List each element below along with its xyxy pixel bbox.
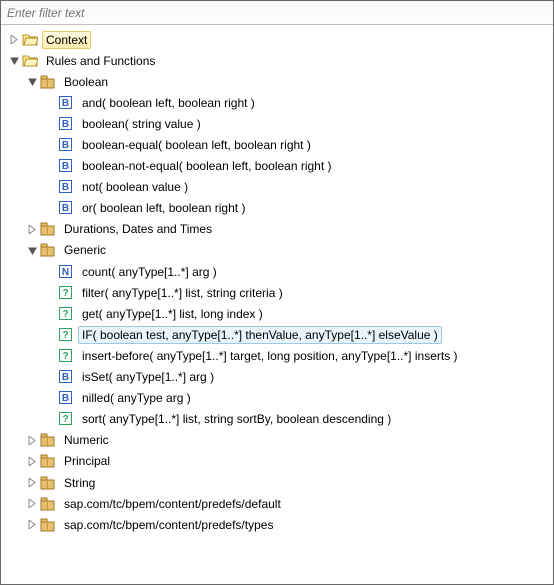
tree-item-principal[interactable]: Principal xyxy=(3,451,551,472)
number-function-icon xyxy=(58,264,74,280)
tree-label: count( anyType[1..*] arg ) xyxy=(78,263,221,281)
collapse-icon[interactable] xyxy=(7,54,21,68)
tree-item-function[interactable]: boolean-equal( boolean left, boolean rig… xyxy=(3,134,551,155)
tree-item-function[interactable]: count( anyType[1..*] arg ) xyxy=(3,261,551,282)
tree-item-function[interactable]: nilled( anyType arg ) xyxy=(3,388,551,409)
tree-label: insert-before( anyType[1..*] target, lon… xyxy=(78,347,462,365)
tree-item-function[interactable]: not( boolean value ) xyxy=(3,177,551,198)
generic-function-icon xyxy=(58,285,74,301)
generic-function-icon xyxy=(58,306,74,322)
tree-label: Generic xyxy=(60,241,110,259)
tree-item-function[interactable]: or( boolean left, boolean right ) xyxy=(3,198,551,219)
tree-label: sort( anyType[1..*] list, string sortBy,… xyxy=(78,410,395,428)
generic-function-icon xyxy=(58,327,74,343)
tree-label: Boolean xyxy=(60,73,112,91)
tree-item-generic[interactable]: Generic xyxy=(3,240,551,261)
tree-item-rules[interactable]: Rules and Functions xyxy=(3,50,551,71)
collapse-icon[interactable] xyxy=(25,243,39,257)
function-picker-panel: Context Rules and Functions Boolean and(… xyxy=(0,0,554,585)
tree-item-context[interactable]: Context xyxy=(3,29,551,50)
expand-icon[interactable] xyxy=(25,497,39,511)
tree-item-string[interactable]: String xyxy=(3,472,551,493)
boolean-function-icon xyxy=(58,137,74,153)
tree-label: IF( boolean test, anyType[1..*] thenValu… xyxy=(78,326,442,344)
package-icon xyxy=(40,496,56,512)
package-icon xyxy=(40,517,56,533)
boolean-function-icon xyxy=(58,369,74,385)
boolean-function-icon xyxy=(58,179,74,195)
folder-open-icon xyxy=(22,53,38,69)
collapse-icon[interactable] xyxy=(25,75,39,89)
tree-item-predefs-default[interactable]: sap.com/tc/bpem/content/predefs/default xyxy=(3,493,551,514)
package-icon xyxy=(40,242,56,258)
tree-item-predefs-types[interactable]: sap.com/tc/bpem/content/predefs/types xyxy=(3,514,551,535)
function-tree: Context Rules and Functions Boolean and(… xyxy=(1,25,553,537)
package-icon xyxy=(40,74,56,90)
tree-label: Durations, Dates and Times xyxy=(60,220,216,238)
tree-item-numeric[interactable]: Numeric xyxy=(3,430,551,451)
tree-item-function[interactable]: boolean-not-equal( boolean left, boolean… xyxy=(3,156,551,177)
generic-function-icon xyxy=(58,411,74,427)
tree-item-function[interactable]: get( anyType[1..*] list, long index ) xyxy=(3,303,551,324)
expand-icon[interactable] xyxy=(25,518,39,532)
expand-icon[interactable] xyxy=(25,454,39,468)
tree-label: filter( anyType[1..*] list, string crite… xyxy=(78,284,287,302)
tree-item-function[interactable]: insert-before( anyType[1..*] target, lon… xyxy=(3,345,551,366)
tree-label: Numeric xyxy=(60,431,113,449)
package-icon xyxy=(40,475,56,491)
filter-input[interactable] xyxy=(1,1,553,25)
tree-label: isSet( anyType[1..*] arg ) xyxy=(78,368,218,386)
folder-open-icon xyxy=(22,32,38,48)
tree-label: boolean( string value ) xyxy=(78,115,205,133)
tree-item-function[interactable]: boolean( string value ) xyxy=(3,113,551,134)
tree-label: Principal xyxy=(60,452,114,470)
tree-item-function[interactable]: and( boolean left, boolean right ) xyxy=(3,92,551,113)
boolean-function-icon xyxy=(58,158,74,174)
boolean-function-icon xyxy=(58,116,74,132)
boolean-function-icon xyxy=(58,95,74,111)
package-icon xyxy=(40,221,56,237)
tree-label: String xyxy=(60,474,99,492)
expand-icon[interactable] xyxy=(25,222,39,236)
generic-function-icon xyxy=(58,348,74,364)
tree-item-function[interactable]: filter( anyType[1..*] list, string crite… xyxy=(3,282,551,303)
tree-label: and( boolean left, boolean right ) xyxy=(78,94,259,112)
boolean-function-icon xyxy=(58,390,74,406)
tree-label: sap.com/tc/bpem/content/predefs/types xyxy=(60,516,277,534)
tree-item-function[interactable]: isSet( anyType[1..*] arg ) xyxy=(3,367,551,388)
tree-label: boolean-not-equal( boolean left, boolean… xyxy=(78,157,336,175)
expand-icon[interactable] xyxy=(25,433,39,447)
tree-label: not( boolean value ) xyxy=(78,178,192,196)
tree-label: sap.com/tc/bpem/content/predefs/default xyxy=(60,495,285,513)
tree-item-durations[interactable]: Durations, Dates and Times xyxy=(3,219,551,240)
package-icon xyxy=(40,453,56,469)
tree-label: nilled( anyType arg ) xyxy=(78,389,195,407)
tree-item-function-if[interactable]: IF( boolean test, anyType[1..*] thenValu… xyxy=(3,324,551,345)
tree-item-function[interactable]: sort( anyType[1..*] list, string sortBy,… xyxy=(3,409,551,430)
tree-label: Context xyxy=(42,31,91,49)
package-icon xyxy=(40,432,56,448)
tree-label: or( boolean left, boolean right ) xyxy=(78,199,249,217)
expand-icon[interactable] xyxy=(7,33,21,47)
boolean-function-icon xyxy=(58,200,74,216)
tree-label: boolean-equal( boolean left, boolean rig… xyxy=(78,136,315,154)
expand-icon[interactable] xyxy=(25,476,39,490)
tree-item-boolean[interactable]: Boolean xyxy=(3,71,551,92)
tree-label: get( anyType[1..*] list, long index ) xyxy=(78,305,267,323)
tree-label: Rules and Functions xyxy=(42,52,159,70)
